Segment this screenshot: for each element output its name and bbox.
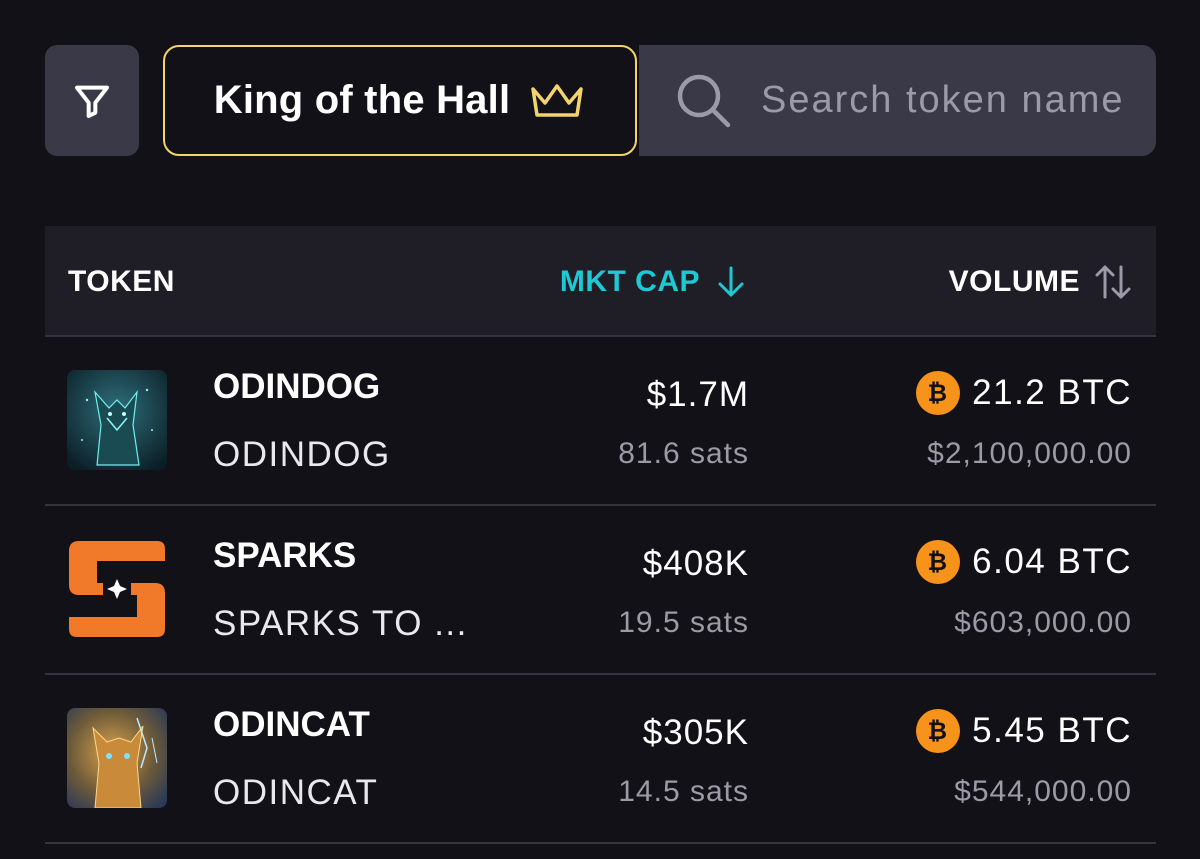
token-name: SPARKS <box>213 536 357 575</box>
bitcoin-icon: ₿ <box>916 371 961 415</box>
cat-image <box>67 708 167 808</box>
king-of-the-hall-button[interactable]: King of the Hall <box>163 45 637 156</box>
volume-btc-value: 5.45 BTC <box>972 711 1132 750</box>
king-label: King of the Hall <box>213 78 511 122</box>
token-name: ODINCAT <box>213 705 370 744</box>
volume-btc: ₿ 21.2 BTC <box>916 371 1132 415</box>
market-cap-value: $305K <box>642 713 749 752</box>
token-table: TOKEN MKT CAP VOLUME ODINDOG ODINDOG $1.… <box>45 226 1156 844</box>
volume-btc: ₿ 5.45 BTC <box>916 709 1132 753</box>
svg-text:₿: ₿ <box>928 548 949 576</box>
volume-btc: ₿ 6.04 BTC <box>916 540 1132 584</box>
volume-btc-value: 6.04 BTC <box>972 542 1132 581</box>
volume-usd: $2,100,000.00 <box>927 437 1132 470</box>
search-box[interactable] <box>639 45 1156 156</box>
token-price: 19.5 sats <box>618 606 749 639</box>
volume-usd: $603,000.00 <box>954 606 1132 639</box>
token-subtitle: ODINCAT <box>213 773 379 812</box>
svg-text:₿: ₿ <box>928 379 949 407</box>
column-header-token[interactable]: TOKEN <box>68 226 175 337</box>
column-header-volume[interactable]: VOLUME <box>949 226 1132 337</box>
crown-icon <box>531 83 584 117</box>
bitcoin-icon: ₿ <box>916 540 961 584</box>
table-row[interactable]: SPARKS SPARKS TO ... $408K 19.5 sats ₿ 6… <box>45 506 1156 675</box>
sparks-logo <box>67 539 167 639</box>
column-header-mkt-cap[interactable]: MKT CAP <box>560 226 746 337</box>
market-cap-value: $1.7M <box>646 375 749 414</box>
token-avatar-odindog <box>67 370 167 470</box>
filter-button[interactable] <box>45 45 139 156</box>
table-row[interactable]: ODINCAT ODINCAT $305K 14.5 sats ₿ 5.45 B… <box>45 675 1156 844</box>
volume-btc-value: 21.2 BTC <box>972 373 1132 412</box>
top-toolbar: King of the Hall <box>45 45 1156 156</box>
table-row[interactable]: ODINDOG ODINDOG $1.7M 81.6 sats ₿ 21.2 B… <box>45 337 1156 506</box>
token-subtitle: ODINDOG <box>213 435 391 474</box>
table-header: TOKEN MKT CAP VOLUME <box>45 226 1156 337</box>
search-icon <box>677 74 731 127</box>
token-price: 81.6 sats <box>618 437 749 470</box>
token-name: ODINDOG <box>213 367 381 406</box>
token-avatar-sparks <box>67 539 167 639</box>
sort-arrows-icon <box>1095 265 1131 298</box>
arrow-down-icon <box>718 266 744 296</box>
filter-icon <box>75 85 109 118</box>
mkt-cap-label: MKT CAP <box>559 264 700 298</box>
volume-label: VOLUME <box>948 264 1080 298</box>
svg-text:₿: ₿ <box>928 717 949 745</box>
token-avatar-odincat <box>67 708 167 808</box>
bitcoin-icon: ₿ <box>916 709 961 753</box>
token-subtitle: SPARKS TO ... <box>213 604 468 643</box>
market-cap-value: $408K <box>642 544 749 583</box>
search-input[interactable] <box>761 79 1141 122</box>
volume-usd: $544,000.00 <box>954 775 1132 808</box>
wolf-image <box>67 370 167 470</box>
token-price: 14.5 sats <box>618 775 749 808</box>
